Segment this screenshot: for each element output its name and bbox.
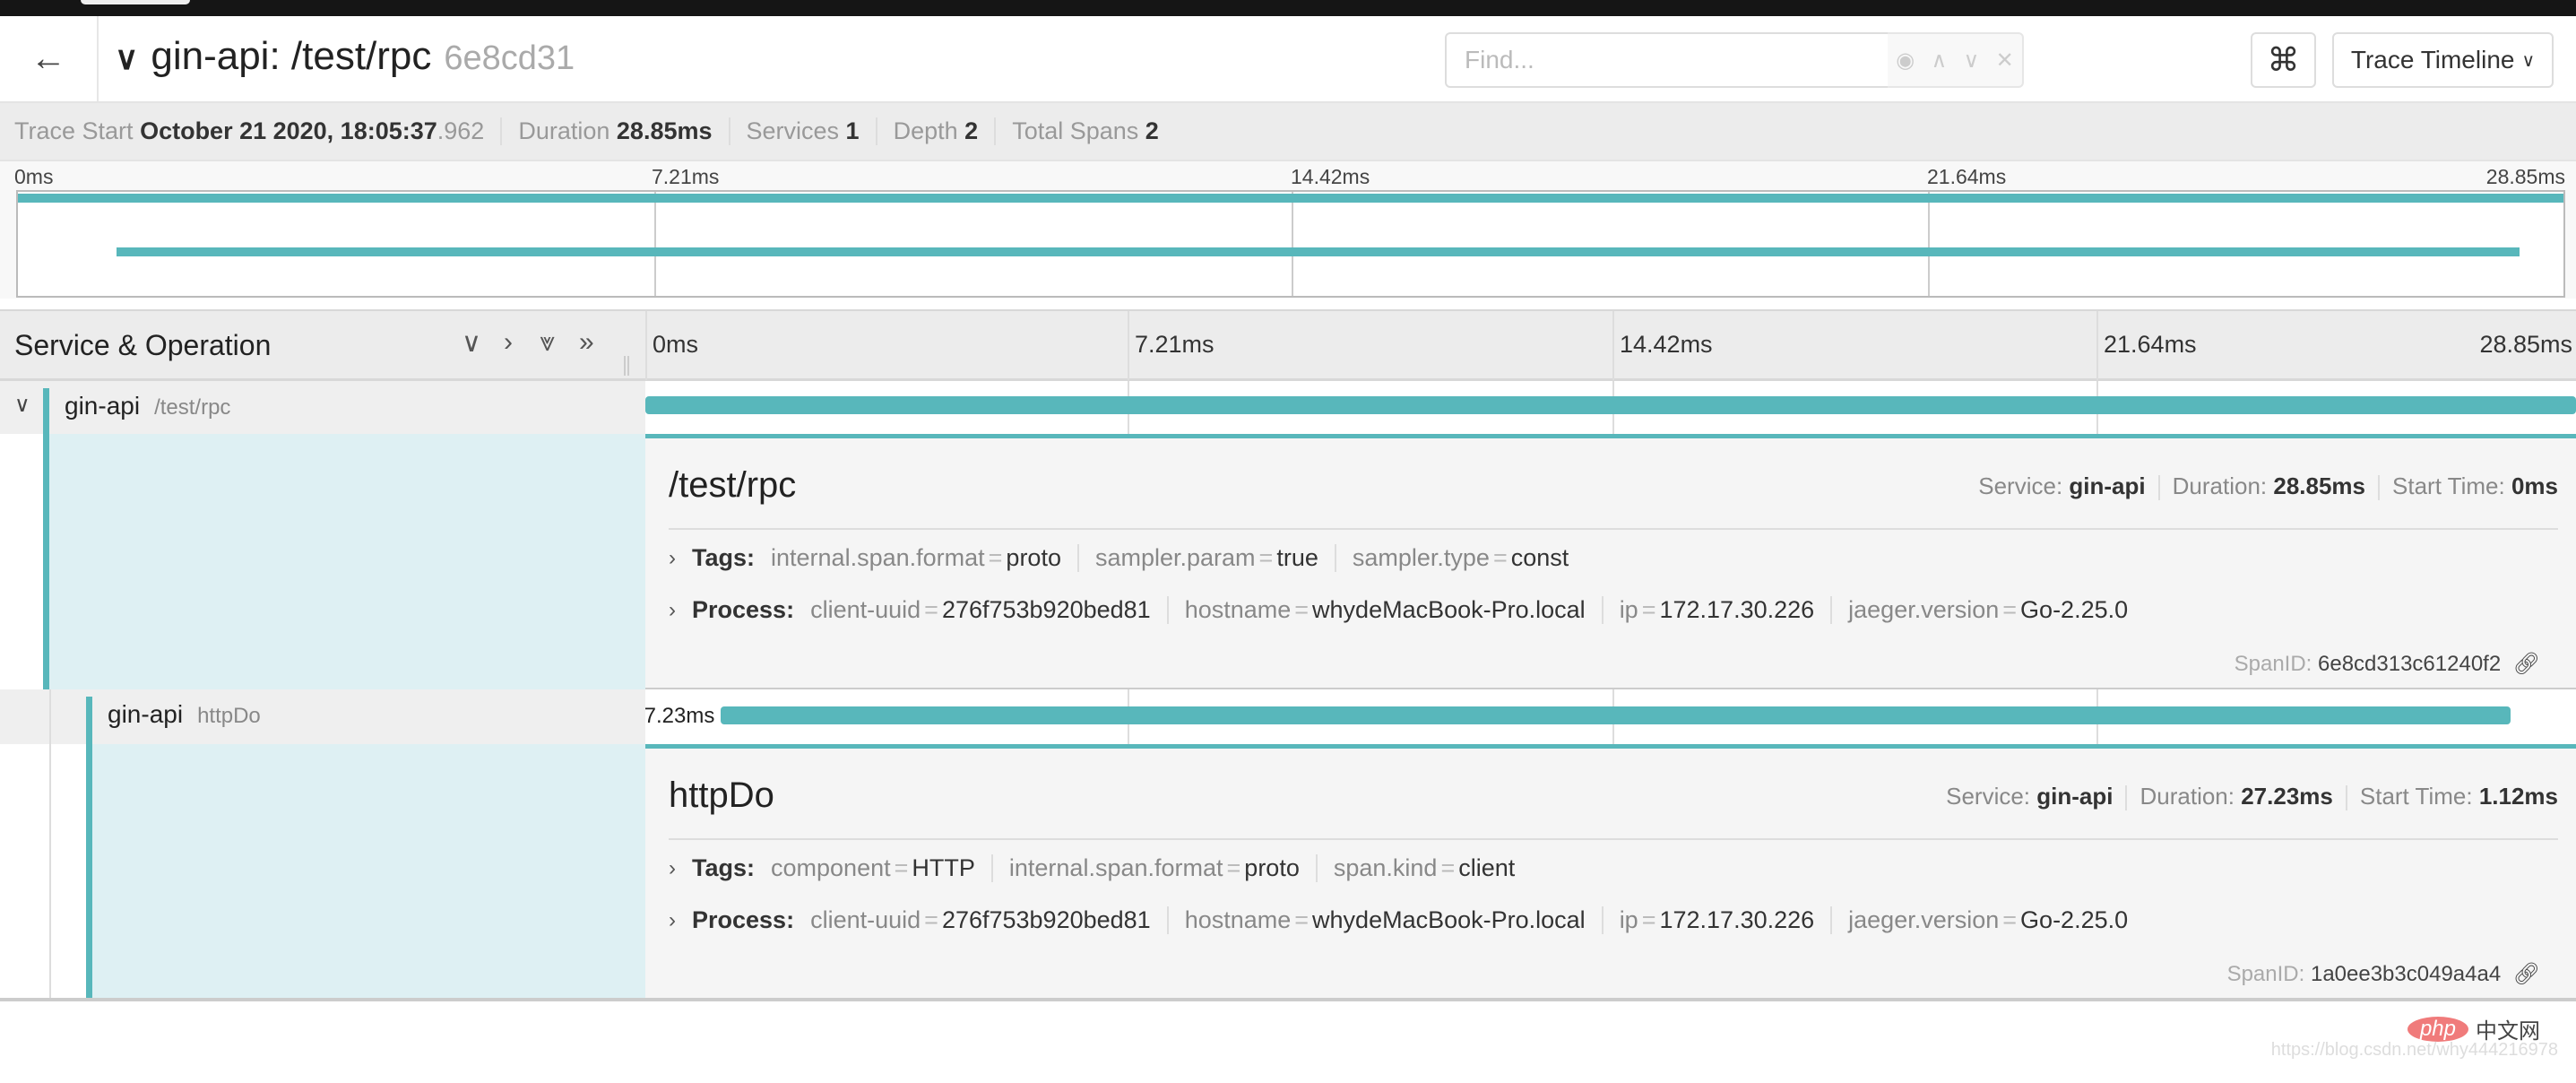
- span-color-accent: [43, 388, 49, 434]
- browser-tab[interactable]: [81, 0, 190, 4]
- command-icon: ⌘: [2267, 41, 2300, 78]
- expand-all-icon[interactable]: ⩔: [540, 327, 555, 358]
- minimap-tick: 28.85ms: [2485, 165, 2565, 188]
- minimap-gridline: [1292, 192, 1293, 296]
- process-section[interactable]: › Process: client-uuid = 276f753b920bed81 h…: [669, 906, 2144, 934]
- span-row[interactable]: gin-api httpDo 7.23ms: [0, 689, 2576, 744]
- minimap-gridline: [1928, 192, 1930, 296]
- trace-depth: Depth 2: [875, 117, 995, 145]
- chevron-down-icon[interactable]: ∨: [14, 392, 30, 418]
- process-section[interactable]: › Process: client-uuid = 276f753b920bed81 h…: [669, 596, 2144, 624]
- minimap-span-bar: [18, 194, 2563, 203]
- span-name[interactable]: gin-api/test/rpc: [65, 392, 230, 420]
- span-timeline-cell[interactable]: [645, 381, 2576, 434]
- locate-icon[interactable]: ◉: [1896, 48, 1915, 74]
- trace-minimap[interactable]: 0ms 7.21ms 14.42ms 21.64ms 28.85ms: [0, 160, 2576, 299]
- watermark-url: https://blog.csdn.net/why444216978: [2270, 1040, 2558, 1060]
- trace-total-spans: Total Spans 2: [994, 117, 1175, 145]
- chevron-right-icon: ›: [669, 545, 676, 570]
- span-bar-label: 7.23ms: [645, 704, 715, 728]
- chevron-down-icon[interactable]: ∨: [1964, 48, 1980, 74]
- gridline: [1128, 311, 1129, 380]
- trace-name: gin-api: /test/rpc: [151, 34, 432, 78]
- minimap-gridline: [654, 192, 656, 296]
- divider: [0, 998, 2576, 1001]
- span-detail-meta: Service: gin-api Duration: 28.85ms Start T…: [1978, 472, 2558, 501]
- link-icon[interactable]: 🔗︎: [2513, 652, 2540, 676]
- span-color-accent: [86, 744, 92, 1000]
- column-resizer[interactable]: [624, 356, 629, 376]
- span-detail-panel: httpDo Service: gin-api Duration: 27.23ms…: [645, 744, 2576, 1000]
- gridline: [2096, 311, 2098, 380]
- span-detail-title: /test/rpc: [669, 465, 797, 505]
- view-select-value: Trace Timeline: [2350, 46, 2515, 74]
- trace-info-bar: Trace Start October 21 2020, 18:05:37.96…: [0, 103, 2576, 160]
- column-divider: [645, 311, 647, 380]
- span-detail-meta: Service: gin-api Duration: 27.23ms Start T…: [1946, 783, 2558, 811]
- link-icon[interactable]: 🔗︎: [2513, 962, 2540, 986]
- service-operation-label: Service & Operation: [14, 329, 272, 361]
- keyboard-shortcuts-button[interactable]: ⌘: [2251, 32, 2316, 88]
- span-id: SpanID: 6e8cd313c61240f2 🔗︎: [2234, 652, 2540, 676]
- collapse-one-icon[interactable]: ∨: [462, 327, 481, 359]
- span-detail-title: httpDo: [669, 775, 774, 815]
- expand-one-icon[interactable]: ›: [504, 327, 513, 358]
- close-icon[interactable]: ✕: [1996, 48, 2014, 74]
- span-color-accent: [86, 697, 92, 744]
- view-select[interactable]: Trace Timeline ∨: [2332, 32, 2554, 88]
- span-detail-panel: /test/rpc Service: gin-api Duration: 28.8…: [645, 434, 2576, 689]
- span-timeline-cell[interactable]: 7.23ms: [645, 689, 2576, 744]
- span-row[interactable]: ∨ gin-api/test/rpc: [0, 381, 2576, 434]
- span-bar[interactable]: [720, 706, 2511, 724]
- span-id: SpanID: 1a0ee3b3c049a4a4 🔗︎: [2226, 962, 2540, 986]
- timeline-tick: 28.85ms: [2479, 331, 2572, 358]
- back-button[interactable]: ←: [0, 16, 99, 101]
- span-detail-indent: [43, 434, 645, 689]
- chevron-down-icon: ∨: [2521, 50, 2536, 71]
- tags-section[interactable]: › Tags: internal.span.format = proto sample…: [669, 544, 1585, 572]
- gridline: [1612, 311, 1614, 380]
- collapse-all-icon[interactable]: »: [579, 327, 594, 358]
- find-input[interactable]: [1445, 32, 1889, 88]
- chevron-right-icon: ›: [669, 597, 676, 622]
- minimap-tick: 14.42ms: [1291, 165, 1370, 188]
- chevron-right-icon: ›: [669, 907, 676, 932]
- tags-section[interactable]: › Tags: component = HTTP internal.span.form…: [669, 854, 1531, 882]
- timeline-tick: 7.21ms: [1135, 331, 1215, 358]
- minimap-tick: 7.21ms: [652, 165, 720, 188]
- span-detail-indent: [86, 744, 645, 1000]
- timeline-tick: 21.64ms: [2104, 331, 2197, 358]
- trace-title[interactable]: ∨ gin-api: /test/rpc 6e8cd31: [115, 34, 575, 79]
- span-name[interactable]: gin-api httpDo: [108, 700, 261, 729]
- browser-top-bar: [0, 0, 2576, 16]
- trace-services: Services 1: [728, 117, 876, 145]
- span-bar[interactable]: [645, 396, 2576, 414]
- trace-header: ← ∨ gin-api: /test/rpc 6e8cd31 ◉ ∧ ∨ ✕ ⌘…: [0, 16, 2576, 103]
- minimap-span-bar: [117, 247, 2520, 256]
- trace-duration: Duration 28.85ms: [500, 117, 728, 145]
- chevron-right-icon: ›: [669, 855, 676, 880]
- arrow-left-icon: ←: [30, 39, 66, 78]
- timeline-header: Service & Operation ∨ › ⩔ » 0ms 7.21ms 1…: [0, 309, 2576, 381]
- find-controls: ◉ ∧ ∨ ✕: [1888, 32, 2024, 88]
- chevron-up-icon[interactable]: ∧: [1932, 48, 1948, 74]
- timeline-tick: 0ms: [653, 331, 699, 358]
- minimap-tick: 0ms: [14, 165, 54, 188]
- timeline-tick: 14.42ms: [1620, 331, 1713, 358]
- minimap-canvas[interactable]: [16, 190, 2565, 298]
- chevron-down-icon[interactable]: ∨: [115, 39, 138, 77]
- trace-id: 6e8cd31: [444, 39, 575, 77]
- trace-start: Trace Start October 21 2020, 18:05:37.96…: [14, 117, 485, 144]
- span-color-accent: [43, 434, 49, 689]
- minimap-tick: 21.64ms: [1927, 165, 2007, 188]
